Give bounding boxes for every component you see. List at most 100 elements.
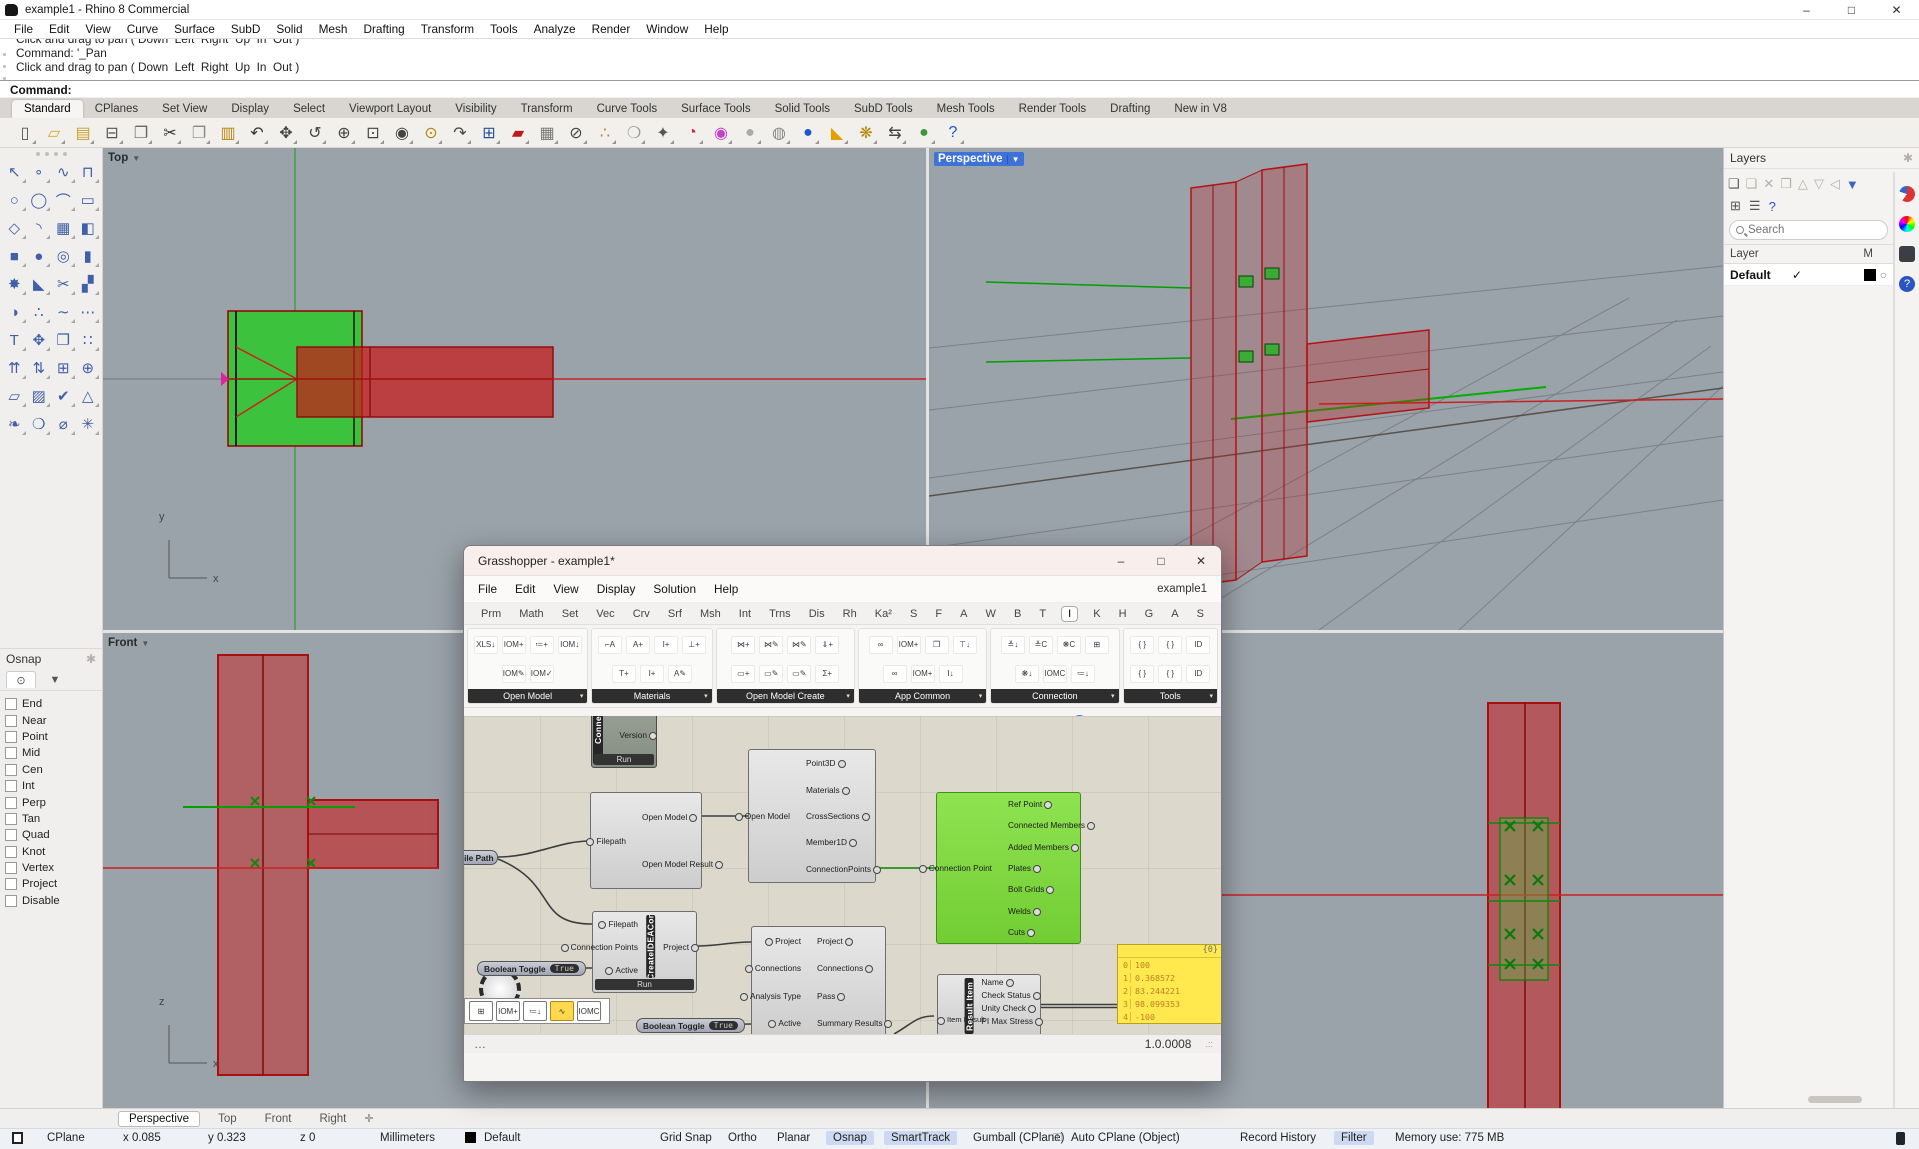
palette-tool-icon[interactable]: ∷: [76, 328, 101, 352]
toolbar-icon[interactable]: ⊞: [478, 122, 500, 144]
palette-tool-icon[interactable]: ⋯: [76, 300, 101, 324]
gh-component-icon[interactable]: Σ+: [815, 665, 839, 683]
gh-run-button[interactable]: Run: [594, 754, 654, 765]
palette-tool-icon[interactable]: ▱: [2, 384, 27, 408]
osnap-checkbox[interactable]: [5, 764, 17, 776]
gh-tab[interactable]: S: [907, 607, 920, 621]
status-osnap[interactable]: Osnap: [826, 1131, 874, 1145]
gh-node-deconstruct-open-model[interactable]: Open Model Deconstruct Open Model (IOM) …: [748, 749, 876, 883]
palette-tool-icon[interactable]: ✸: [2, 272, 27, 296]
gh-menu-item[interactable]: File: [478, 582, 507, 596]
command-prompt[interactable]: Command:: [0, 80, 1919, 98]
gh-group-label[interactable]: Open Model: [468, 689, 587, 703]
chevron-down-icon[interactable]: ▼: [1007, 155, 1020, 164]
gh-node-deconstruct-connection-point[interactable]: Connection Point Deconstruct Connection …: [936, 792, 1081, 944]
node-output[interactable]: Point3D: [799, 758, 843, 768]
node-input[interactable]: Connection Points: [564, 942, 645, 952]
viewport-top-label[interactable]: Top▼: [108, 152, 140, 164]
toolbar-icon[interactable]: ❍: [623, 122, 645, 144]
node-input[interactable]: Connection Point: [922, 863, 999, 873]
toolbar-icon[interactable]: ↶: [246, 122, 268, 144]
toolbar-tab[interactable]: New in V8: [1162, 100, 1238, 118]
gh-canvas[interactable]: Connection Version Run File Path Filepat…: [464, 716, 1222, 1034]
gh-tab[interactable]: Vec: [593, 607, 617, 621]
palette-tool-icon[interactable]: ◣: [27, 272, 52, 296]
gh-tab[interactable]: A: [957, 607, 970, 621]
gh-component-icon[interactable]: ∞: [869, 636, 893, 654]
gh-component-icon[interactable]: I+: [654, 636, 678, 654]
palette-tool-icon[interactable]: ⊓: [76, 160, 101, 184]
gh-component-icon[interactable]: ▭+: [731, 665, 755, 683]
node-output[interactable]: Welds: [1001, 906, 1038, 916]
gh-mini-icon[interactable]: ∿: [550, 1001, 574, 1021]
toolbar-icon[interactable]: ⊟: [101, 122, 123, 144]
toolbar-icon[interactable]: ✥: [275, 122, 297, 144]
node-output[interactable]: Name: [974, 977, 1010, 987]
gh-status-ellipsis[interactable]: …: [474, 1037, 486, 1051]
osnap-checkbox[interactable]: [5, 698, 17, 710]
node-input[interactable]: Analysis Type: [743, 991, 808, 1001]
chevron-down-icon[interactable]: ▼: [141, 639, 149, 648]
node-output[interactable]: ConnectionPoints: [799, 864, 878, 874]
toolbar-tab[interactable]: CPlanes: [83, 100, 150, 118]
toolbar-tab[interactable]: Mesh Tools: [925, 100, 1007, 118]
gh-tab[interactable]: Math: [516, 607, 546, 621]
gh-component-icon[interactable]: ID: [1186, 665, 1210, 683]
toolbar-tab[interactable]: Solid Tools: [763, 100, 842, 118]
gh-tab[interactable]: Int: [736, 607, 754, 621]
gh-node-connection[interactable]: Connection Version Run: [591, 716, 657, 768]
osnap-checkbox[interactable]: [5, 731, 17, 743]
gh-tab[interactable]: S: [1194, 607, 1207, 621]
node-output[interactable]: Open Model: [635, 812, 694, 822]
toolbar-icon[interactable]: ⊙: [420, 122, 442, 144]
gh-component-icon[interactable]: ▭✎: [787, 665, 811, 683]
palette-tool-icon[interactable]: ⌀: [51, 412, 76, 436]
palette-tool-icon[interactable]: △: [76, 384, 101, 408]
gh-component-icon[interactable]: IOM✓: [530, 665, 554, 683]
status-planar[interactable]: Planar: [777, 1132, 810, 1144]
palette-tool-icon[interactable]: ❐: [51, 328, 76, 352]
toolbar-tab[interactable]: Select: [281, 100, 337, 118]
gh-tab[interactable]: Trns: [766, 607, 794, 621]
gh-mini-icon[interactable]: ≔↓: [523, 1001, 547, 1021]
palette-tool-icon[interactable]: ⊞: [51, 356, 76, 380]
toolbar-tab[interactable]: Display: [219, 100, 281, 118]
gh-tab[interactable]: I: [1061, 606, 1078, 622]
palette-tool-icon[interactable]: ∘: [27, 160, 52, 184]
gh-component-icon[interactable]: IOM+: [911, 665, 935, 683]
gh-component-icon[interactable]: ⋈✎: [787, 636, 811, 654]
node-output[interactable]: Plates: [1001, 863, 1038, 873]
gh-menu-item[interactable]: Display: [597, 582, 646, 596]
gh-component-icon[interactable]: A✎: [668, 665, 692, 683]
node-input[interactable]: Active: [771, 1018, 808, 1028]
gh-title-bar[interactable]: Grasshopper - example1* – □ ✕: [464, 546, 1221, 576]
gh-component-icon[interactable]: ❒: [925, 636, 949, 654]
gh-component-icon[interactable]: XLS↓: [474, 636, 498, 654]
gh-tab[interactable]: K: [1090, 607, 1103, 621]
toolbar-tab[interactable]: Visibility: [443, 100, 508, 118]
gh-tab[interactable]: Dis: [806, 607, 828, 621]
panel-toggle-icon[interactable]: [1896, 1132, 1905, 1145]
toolbar-icon[interactable]: ❋: [855, 122, 877, 144]
node-output[interactable]: Member1D: [799, 837, 854, 847]
node-output[interactable]: Project: [656, 942, 696, 952]
toolbar-icon[interactable]: ⇆: [884, 122, 906, 144]
gh-component-icon[interactable]: ⋈+: [731, 636, 755, 654]
gh-group-label[interactable]: Open Model Create: [717, 689, 854, 703]
gh-component-icon[interactable]: IOM+: [502, 636, 526, 654]
help-icon[interactable]: ?: [1899, 276, 1915, 292]
status-gumball[interactable]: Gumball (CPlane): [973, 1132, 1064, 1144]
osnap-gear-icon[interactable]: ✱: [86, 652, 96, 666]
toolbar-tab[interactable]: Render Tools: [1007, 100, 1099, 118]
palette-tool-icon[interactable]: ▦: [51, 216, 76, 240]
osnap-points-tab[interactable]: ⊙: [6, 671, 36, 688]
gh-group-label[interactable]: App Common: [859, 689, 986, 703]
gh-node-create-idea-con[interactable]: FilepathConnection PointsActive CreateID…: [592, 911, 697, 993]
status-cplane[interactable]: CPlane: [47, 1132, 85, 1144]
menu-item[interactable]: Window: [638, 22, 696, 36]
layers-scrollbar[interactable]: [1808, 1096, 1862, 1103]
gh-component-icon[interactable]: { }: [1158, 665, 1182, 683]
toolbar-icon[interactable]: ◉: [710, 122, 732, 144]
palette-tool-icon[interactable]: ✂: [51, 272, 76, 296]
palette-tool-icon[interactable]: ❍: [27, 412, 52, 436]
